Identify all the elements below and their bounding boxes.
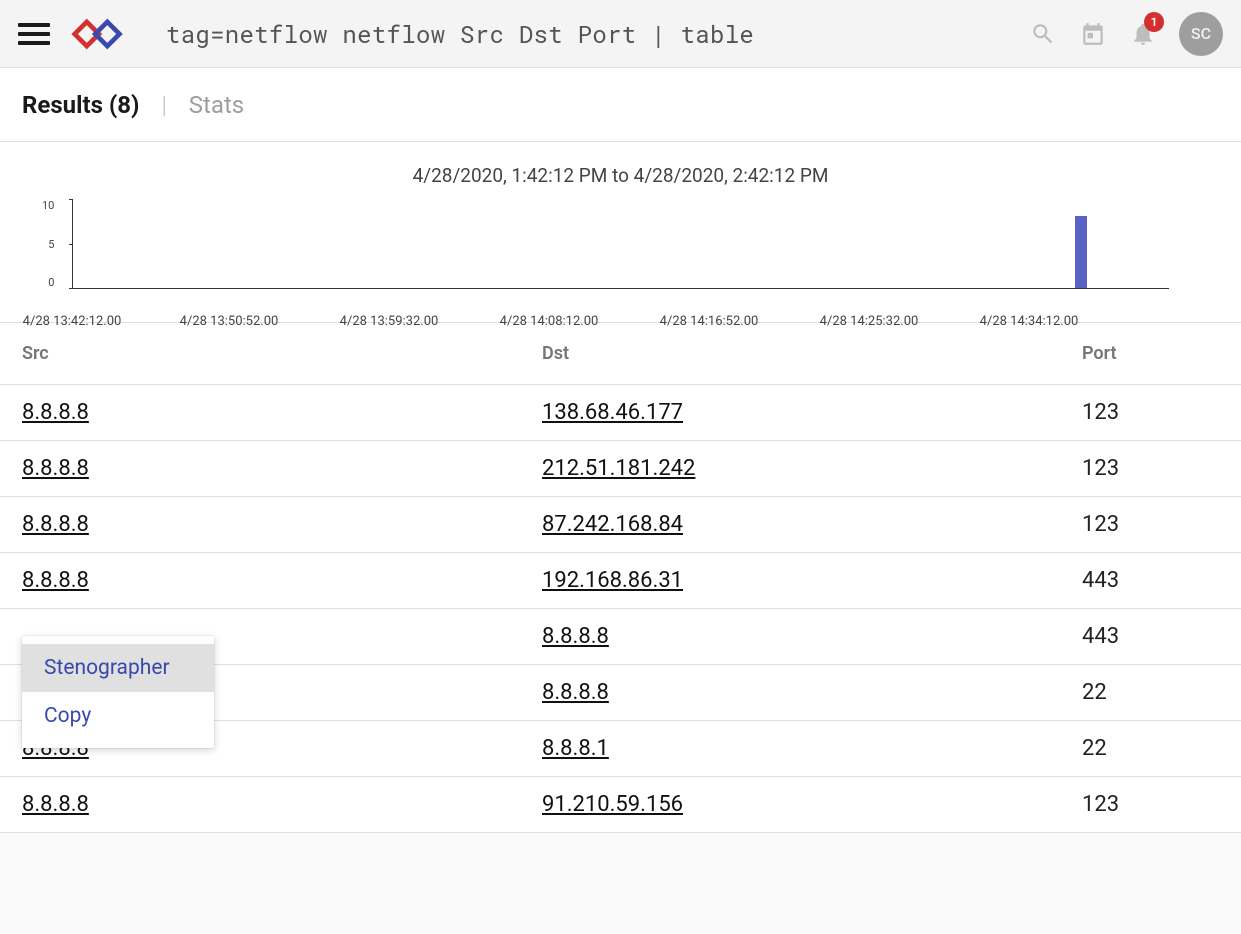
table-header-row: Src Dst Port: [0, 323, 1241, 385]
avatar[interactable]: SC: [1179, 12, 1223, 56]
dst-link[interactable]: 138.68.46.177: [542, 400, 683, 425]
port-cell: 443: [1060, 609, 1241, 665]
table-row: 8.8.8.8 91.210.59.156 123: [0, 777, 1241, 833]
column-header-port[interactable]: Port: [1060, 323, 1241, 385]
dst-link[interactable]: 87.242.168.84: [542, 512, 683, 537]
src-link[interactable]: 8.8.8.8: [22, 512, 89, 537]
column-header-src[interactable]: Src: [0, 323, 520, 385]
notifications-icon[interactable]: 1: [1129, 20, 1157, 48]
search-icon[interactable]: [1029, 20, 1057, 48]
table-row: 8.8.8.8 138.68.46.177 123: [0, 385, 1241, 441]
port-cell: 123: [1060, 777, 1241, 833]
dst-link[interactable]: 91.210.59.156: [542, 792, 683, 817]
menu-button[interactable]: [18, 23, 50, 45]
table-row: 8.8.8.8 87.242.168.84 123: [0, 497, 1241, 553]
dst-link[interactable]: 8.8.8.1: [542, 736, 609, 761]
context-menu-item[interactable]: Stenographer: [22, 644, 214, 692]
port-cell: 123: [1060, 385, 1241, 441]
app-header: tag=netflow netflow Src Dst Port | table…: [0, 0, 1241, 68]
calendar-icon[interactable]: [1079, 20, 1107, 48]
table-row: 8.8.8.8 212.51.181.242 123: [0, 441, 1241, 497]
port-cell: 22: [1060, 665, 1241, 721]
port-cell: 123: [1060, 441, 1241, 497]
column-header-dst[interactable]: Dst: [520, 323, 1060, 385]
port-cell: 22: [1060, 721, 1241, 777]
tab-results[interactable]: Results (8): [22, 91, 139, 119]
results-table: Src Dst Port 8.8.8.8138.68.46.1771238.8.…: [0, 323, 1241, 833]
dst-link[interactable]: 8.8.8.8: [542, 624, 609, 649]
port-cell: 123: [1060, 497, 1241, 553]
notification-badge: 1: [1144, 12, 1164, 32]
timeline-chart: 4/28/2020, 1:42:12 PM to 4/28/2020, 2:42…: [0, 142, 1241, 323]
src-link[interactable]: 8.8.8.8: [22, 400, 89, 425]
chart-y-axis: 10 5 0: [42, 199, 54, 289]
result-tabs: Results (8) | Stats: [0, 68, 1241, 142]
tab-stats[interactable]: Stats: [189, 91, 244, 119]
dst-link[interactable]: 192.168.86.31: [542, 568, 683, 593]
chart-plot[interactable]: [72, 199, 1169, 289]
src-link[interactable]: 8.8.8.8: [22, 456, 89, 481]
chart-title: 4/28/2020, 1:42:12 PM to 4/28/2020, 2:42…: [22, 164, 1219, 187]
table-row: 8.8.8.8 192.168.86.31 443: [0, 553, 1241, 609]
port-cell: 443: [1060, 553, 1241, 609]
dst-link[interactable]: 8.8.8.8: [542, 680, 609, 705]
src-link[interactable]: 8.8.8.8: [22, 792, 89, 817]
chart-bar[interactable]: [1075, 216, 1087, 288]
dst-link[interactable]: 212.51.181.242: [542, 456, 695, 481]
tab-separator: |: [161, 91, 166, 119]
context-menu-item[interactable]: Copy: [22, 692, 214, 740]
src-link[interactable]: 8.8.8.8: [22, 568, 89, 593]
app-logo[interactable]: [70, 14, 126, 54]
context-menu: StenographerCopy: [22, 636, 214, 748]
search-query-text[interactable]: tag=netflow netflow Src Dst Port | table: [166, 18, 1029, 50]
